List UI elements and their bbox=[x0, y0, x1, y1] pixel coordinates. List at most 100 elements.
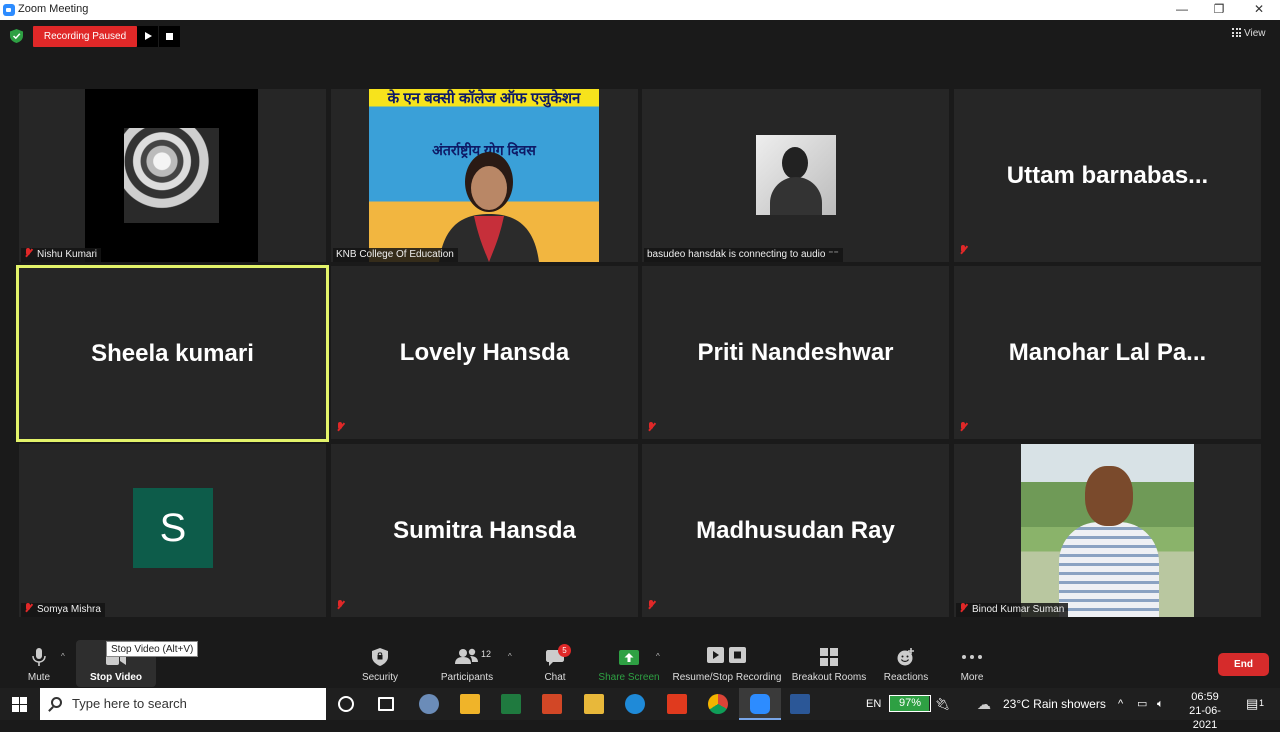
notification-icon[interactable]: ▤ bbox=[1246, 688, 1258, 720]
pause-stop-recording-icon bbox=[707, 647, 746, 663]
edge-icon[interactable] bbox=[625, 694, 645, 714]
network-icon[interactable]: ▭ bbox=[1137, 688, 1147, 720]
reactions-label: Reactions bbox=[883, 672, 929, 683]
office-icon[interactable] bbox=[667, 694, 687, 714]
share-options-caret-icon[interactable]: ^ bbox=[656, 652, 660, 661]
participant-name: KNB College Of Education bbox=[336, 249, 454, 260]
participant-tile-madhusudan[interactable]: Madhusudan Ray bbox=[642, 444, 949, 617]
powerpoint-icon[interactable] bbox=[542, 694, 562, 714]
zoom-taskbar-active[interactable] bbox=[739, 688, 781, 720]
participant-tile-sheela-active-speaker[interactable]: Sheela kumari bbox=[16, 265, 329, 442]
participant-tile-sumitra[interactable]: Sumitra Hansda bbox=[331, 444, 638, 617]
microphone-icon bbox=[32, 648, 46, 666]
muted-mic-icon bbox=[959, 418, 972, 436]
mute-button[interactable]: Mute bbox=[18, 640, 60, 687]
search-icon bbox=[51, 697, 62, 708]
speaker-silhouette bbox=[439, 152, 539, 262]
chat-unread-badge: 5 bbox=[558, 644, 571, 657]
stop-recording-button[interactable] bbox=[159, 26, 180, 47]
chrome-icon[interactable] bbox=[708, 694, 728, 714]
grid-view-icon bbox=[1232, 28, 1241, 37]
participants-caret-icon[interactable]: ^ bbox=[508, 652, 512, 661]
muted-mic-icon bbox=[959, 603, 968, 613]
reactions-emoji-icon bbox=[897, 648, 914, 666]
participant-tile-priti[interactable]: Priti Nandeshwar bbox=[642, 266, 949, 439]
share-screen-icon bbox=[619, 650, 639, 665]
participant-tile-binod[interactable]: Binod Kumar Suman bbox=[954, 444, 1261, 617]
window-titlebar: Zoom Meeting — ❐ ✕ bbox=[0, 0, 1280, 20]
participant-nametag: KNB College Of Education bbox=[333, 248, 458, 262]
participant-tile-knb[interactable]: के एन बक्सी कॉलेज ऑफ एजुकेशन अंतर्राष्ट्… bbox=[331, 89, 638, 262]
chat-button[interactable]: 5 Chat bbox=[535, 640, 575, 687]
cortana-icon[interactable] bbox=[338, 696, 354, 712]
connecting-dots-icon: ⁻⁻ bbox=[825, 249, 839, 260]
participants-icon bbox=[455, 648, 478, 664]
volume-icon[interactable]: 🔈︎ bbox=[1157, 688, 1164, 720]
search-placeholder: Type here to search bbox=[72, 696, 187, 711]
close-button[interactable]: ✕ bbox=[1240, 0, 1278, 20]
clock-date: 21-06-2021 bbox=[1189, 705, 1221, 731]
end-meeting-button[interactable]: End bbox=[1218, 653, 1269, 676]
participant-nametag: basudeo hansdak is connecting to audio ⁻… bbox=[644, 248, 843, 262]
participant-nametag: Somya Mishra bbox=[21, 603, 105, 617]
participant-display-name: Uttam barnabas... bbox=[1006, 161, 1209, 189]
zoom-taskbar-icon bbox=[750, 694, 770, 714]
breakout-label: Breakout Rooms bbox=[791, 672, 867, 683]
participant-nametag: Nishu Kumari bbox=[21, 248, 102, 262]
muted-mic-icon bbox=[647, 418, 660, 436]
excel-icon[interactable] bbox=[501, 694, 521, 714]
zoom-app-icon bbox=[3, 4, 15, 16]
participant-display-name: Priti Nandeshwar bbox=[697, 338, 894, 366]
participant-tile-nishu[interactable]: Nishu Kumari bbox=[19, 89, 326, 262]
language-indicator[interactable]: EN bbox=[866, 688, 881, 720]
notification-count: 1 bbox=[1259, 698, 1265, 708]
word-icon[interactable] bbox=[790, 694, 810, 714]
meeting-topbar: Recording Paused View bbox=[0, 20, 1280, 88]
clock[interactable]: 06:59 21-06-2021 bbox=[1180, 690, 1230, 731]
share-screen-button[interactable]: Share Screen bbox=[595, 640, 663, 687]
file-explorer-icon[interactable] bbox=[584, 694, 604, 714]
window-title: Zoom Meeting bbox=[18, 3, 89, 15]
participant-name: Nishu Kumari bbox=[37, 249, 98, 260]
store-icon[interactable] bbox=[460, 694, 480, 714]
participant-tile-manohar[interactable]: Manohar Lal Pa... bbox=[954, 266, 1261, 439]
participant-name: Binod Kumar Suman bbox=[972, 604, 1065, 615]
minimize-button[interactable]: — bbox=[1163, 0, 1201, 20]
view-button[interactable]: View bbox=[1232, 28, 1266, 39]
participants-label: Participants bbox=[440, 672, 494, 683]
breakout-rooms-button[interactable]: Breakout Rooms bbox=[790, 640, 868, 687]
recording-status: Recording Paused bbox=[33, 26, 137, 47]
tray-expand-icon[interactable]: ^ bbox=[1118, 688, 1123, 720]
encryption-shield-icon[interactable] bbox=[10, 29, 23, 43]
participant-display-name: Lovely Hansda bbox=[399, 338, 570, 366]
resume-recording-button[interactable] bbox=[137, 26, 158, 47]
video-feed: के एन बक्सी कॉलेज ऑफ एजुकेशन अंतर्राष्ट्… bbox=[369, 89, 599, 262]
task-view-icon[interactable] bbox=[378, 697, 394, 711]
reactions-button[interactable]: Reactions bbox=[880, 640, 932, 687]
security-button[interactable]: Security bbox=[355, 640, 405, 687]
more-button[interactable]: More bbox=[952, 640, 992, 687]
participant-tile-uttam[interactable]: Uttam barnabas... bbox=[954, 89, 1261, 262]
participant-name: Somya Mishra bbox=[37, 604, 101, 615]
taskbar-search-box[interactable]: Type here to search bbox=[40, 688, 326, 720]
chat-label: Chat bbox=[544, 672, 566, 683]
app-icon-circle[interactable] bbox=[419, 694, 439, 714]
windows-start-icon[interactable] bbox=[12, 697, 27, 712]
weather-text[interactable]: 23°C Rain showers bbox=[1003, 688, 1106, 720]
muted-mic-icon bbox=[647, 596, 660, 614]
participant-tile-basudeo[interactable]: basudeo hansdak is connecting to audio ⁻… bbox=[642, 89, 949, 262]
participant-tile-somya[interactable]: S Somya Mishra bbox=[19, 444, 326, 617]
audio-options-caret-icon[interactable]: ^ bbox=[61, 652, 65, 661]
profile-picture bbox=[756, 135, 836, 215]
participant-tile-lovely[interactable]: Lovely Hansda bbox=[331, 266, 638, 439]
participant-display-name: Sumitra Hansda bbox=[393, 516, 576, 544]
maximize-button[interactable]: ❐ bbox=[1200, 0, 1238, 20]
resume-stop-recording-button[interactable]: Resume/Stop Recording bbox=[672, 640, 782, 687]
more-label: More bbox=[960, 672, 984, 683]
security-shield-icon bbox=[372, 648, 388, 666]
battery-indicator[interactable]: 97% bbox=[889, 695, 931, 712]
charging-plug-icon: 🔌︎ bbox=[935, 697, 951, 711]
participants-button[interactable]: 12 Participants bbox=[437, 640, 497, 687]
participant-avatar: S bbox=[133, 488, 213, 568]
participant-name: basudeo hansdak is connecting to audio bbox=[647, 249, 826, 260]
